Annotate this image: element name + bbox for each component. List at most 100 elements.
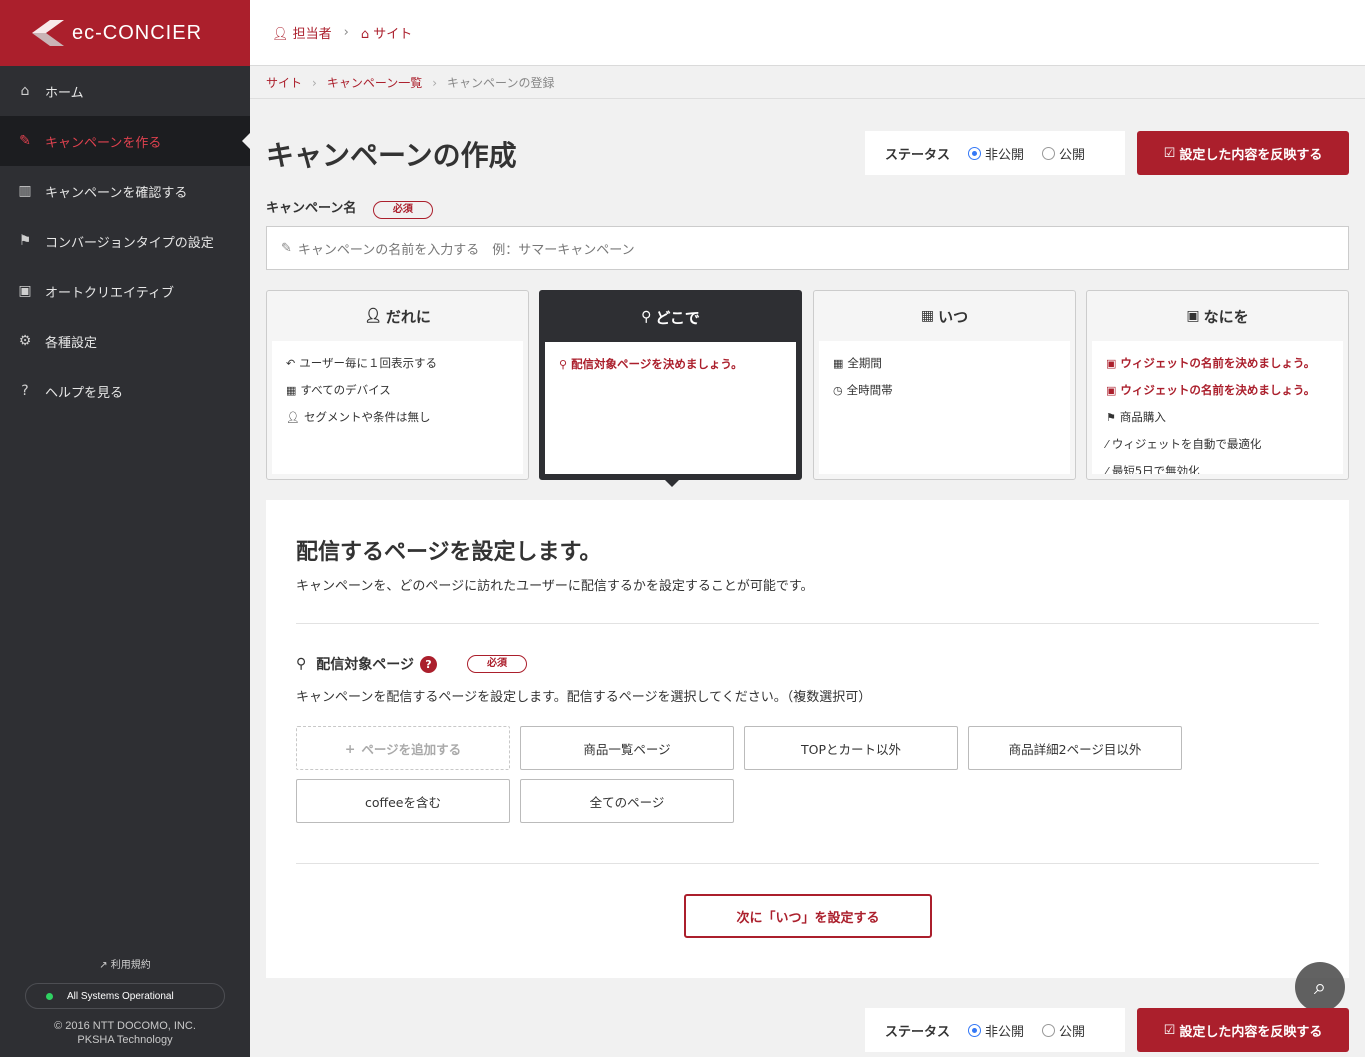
image-icon: ▣ (1106, 357, 1117, 370)
map-pin-icon: ⚲ (641, 309, 652, 325)
page-option-button[interactable]: 全てのページ (520, 779, 734, 823)
step-row-text: ウィジェットの名前を決めましょう。 (1120, 356, 1316, 370)
page-option-button[interactable]: 商品詳細2ページ目以外 (968, 726, 1182, 770)
step-row: ⁄ ウィジェットを自動で最適化 (1106, 436, 1329, 452)
step-card-when[interactable]: ▦ いつ ▦ 全期間 ◷ 全時間帯 (813, 290, 1076, 480)
sidebar-item-create-campaign[interactable]: ✎ キャンペーンを作る (0, 116, 250, 166)
add-page-label: ページを追加する (361, 741, 462, 757)
step-row-text: 全時間帯 (846, 383, 893, 397)
sidebar-footer: ↗ 利用規約 All Systems Operational © 2016 NT… (0, 956, 250, 1057)
status-public-radio[interactable]: 公開 (1042, 1021, 1085, 1040)
sidebar-nav: ⌂ ホーム ✎ キャンペーンを作る ▥ キャンペーンを確認する ⚑ コンバージョ… (0, 66, 250, 416)
zoom-search-button[interactable]: ⌕ (1295, 962, 1345, 1012)
status-dot-icon (46, 992, 53, 1000)
sidebar-item-auto-creative[interactable]: ▣ オートクリエイティブ (0, 266, 250, 316)
user-menu[interactable]: 👤︎ 担当者 (272, 23, 332, 42)
copyright-line: © 2016 NTT DOCOMO, INC. (54, 1020, 196, 1032)
step-row: ⁄ 最短5日で無効化 (1106, 463, 1329, 474)
page-option-button[interactable]: 商品一覧ページ (520, 726, 734, 770)
step-card-header: ⚲ どこで (541, 292, 800, 342)
status-public-radio[interactable]: 公開 (1042, 144, 1085, 163)
campaign-name-label: キャンペーン名 必須 (266, 197, 433, 219)
search-icon: ⌕ (1313, 974, 1327, 1000)
step-card-where[interactable]: ⚲ どこで ⚲ 配信対象ページを決めましょう。 (539, 290, 802, 487)
divider (296, 863, 1319, 864)
step-row-text: 配信対象ページを決めましょう。 (571, 357, 743, 371)
check-square-icon: ☑ (1163, 1022, 1176, 1038)
sidebar-item-home[interactable]: ⌂ ホーム (0, 66, 250, 116)
sidebar-item-help[interactable]: ? ヘルプを見る (0, 366, 250, 416)
site-menu[interactable]: ⌂ サイト (361, 23, 412, 42)
user-icon: 👤︎ (272, 27, 289, 42)
user-label: 担当者 (292, 27, 332, 42)
calendar-icon: ▦ (920, 308, 935, 324)
home-icon: ⌂ (360, 27, 370, 42)
add-page-button[interactable]: + ページを追加する (296, 726, 510, 770)
status-private-radio[interactable]: 非公開 (968, 1021, 1024, 1040)
sidebar-item-label: ヘルプを見る (45, 385, 124, 401)
image-icon: ▣ (1186, 308, 1200, 324)
radio-label: 非公開 (985, 1024, 1025, 1040)
page-title: キャンペーンの作成 (266, 139, 517, 172)
status-label: ステータス (885, 147, 951, 163)
radio-checked-icon (968, 146, 982, 160)
radio-label: 公開 (1059, 1024, 1086, 1040)
terms-link[interactable]: ↗ 利用規約 (0, 956, 250, 971)
magic-wand-icon: ⁄ (1106, 465, 1108, 474)
step-card-body: ⚲ 配信対象ページを決めましょう。 (545, 342, 796, 474)
step-row-text: 最短5日で無効化 (1111, 464, 1200, 474)
step-row-text: ユーザー毎に１回表示する (299, 356, 437, 370)
breadcrumb-separator: › (432, 75, 438, 90)
help-icon: ? (21, 383, 29, 399)
step-title: だれに (385, 307, 431, 326)
breadcrumb-campaign-list[interactable]: キャンペーン一覧 (327, 74, 422, 91)
step-title: いつ (938, 307, 969, 326)
step-row: ↶ ユーザー毎に１回表示する (286, 355, 509, 371)
step-row-text: セグメントや条件は無し (303, 410, 431, 424)
status-private-radio[interactable]: 非公開 (968, 144, 1024, 163)
reply-icon: ↶ (286, 357, 296, 370)
breadcrumb-separator: › (312, 75, 317, 90)
required-badge: 必須 (467, 655, 527, 673)
next-step-button[interactable]: 次に「いつ」を設定する (684, 894, 932, 938)
sidebar-item-settings[interactable]: ⚙ 各種設定 (0, 316, 250, 366)
sidebar-item-check-campaign[interactable]: ▥ キャンペーンを確認する (0, 166, 250, 216)
step-row: ▦ 全期間 (833, 355, 1056, 371)
target-pages-description: キャンペーンを配信するページを設定します。配信するページを選択してください。（複… (296, 690, 872, 705)
pencil-icon: ✎ (281, 240, 292, 256)
terms-label: 利用規約 (110, 960, 151, 971)
apply-button-top[interactable]: ☑ 設定した内容を反映する (1137, 131, 1349, 175)
where-settings-panel: 配信するページを設定します。 キャンペーンを、どのページに訪れたユーザーに配信す… (266, 500, 1349, 978)
step-card-header: ▣ なにを (1087, 291, 1348, 341)
calendar-icon: ▦ (833, 357, 844, 370)
sidebar-item-label: キャンペーンを作る (45, 135, 162, 151)
page-option-button[interactable]: TOPとカート以外 (744, 726, 958, 770)
status-selector-top: ステータス 非公開 公開 (865, 131, 1125, 175)
sidebar-item-conversion-type[interactable]: ⚑ コンバージョンタイプの設定 (0, 216, 250, 266)
step-row: ▦ すべてのデバイス (286, 382, 509, 398)
apply-button-bottom[interactable]: ☑ 設定した内容を反映する (1137, 1008, 1349, 1052)
home-icon: ⌂ (20, 83, 30, 99)
sidebar-item-label: ホーム (45, 85, 84, 101)
system-status-badge[interactable]: All Systems Operational (25, 983, 225, 1009)
logo-text: ec-CONCIER (72, 21, 203, 44)
question-icon[interactable]: ? (420, 655, 437, 673)
step-row-text: 全期間 (847, 356, 882, 370)
image-icon: ▣ (18, 283, 32, 299)
logo[interactable]: ec-CONCIER (0, 0, 250, 66)
step-card-who[interactable]: 👤︎ だれに ↶ ユーザー毎に１回表示する ▦ すべてのデバイス 👤︎ セグメントや条件… (266, 290, 529, 480)
radio-label: 公開 (1059, 147, 1086, 163)
step-card-what[interactable]: ▣ なにを ▣ ウィジェットの名前を決めましょう。 ▣ ウィジェットの名前を決めましょ… (1086, 290, 1349, 480)
company-line: PKSHA Technology (77, 1034, 173, 1046)
page-option-button[interactable]: coffeeを含む (296, 779, 510, 823)
image-icon: ▣ (1106, 384, 1117, 397)
gear-icon: ⚙ (18, 333, 32, 349)
breadcrumb-site[interactable]: サイト (266, 74, 302, 91)
step-row-text: ウィジェットの名前を決めましょう。 (1120, 383, 1316, 397)
top-header: 👤︎ 担当者 › ⌂ サイト (250, 0, 1365, 66)
status-label: ステータス (885, 1024, 951, 1040)
map-pin-icon: ⚲ (559, 358, 568, 371)
campaign-name-input[interactable]: ✎ キャンペーンの名前を入力する 例：サマーキャンペーン (266, 226, 1349, 270)
radio-checked-icon (968, 1023, 982, 1037)
step-row-text: すべてのデバイス (300, 383, 391, 397)
